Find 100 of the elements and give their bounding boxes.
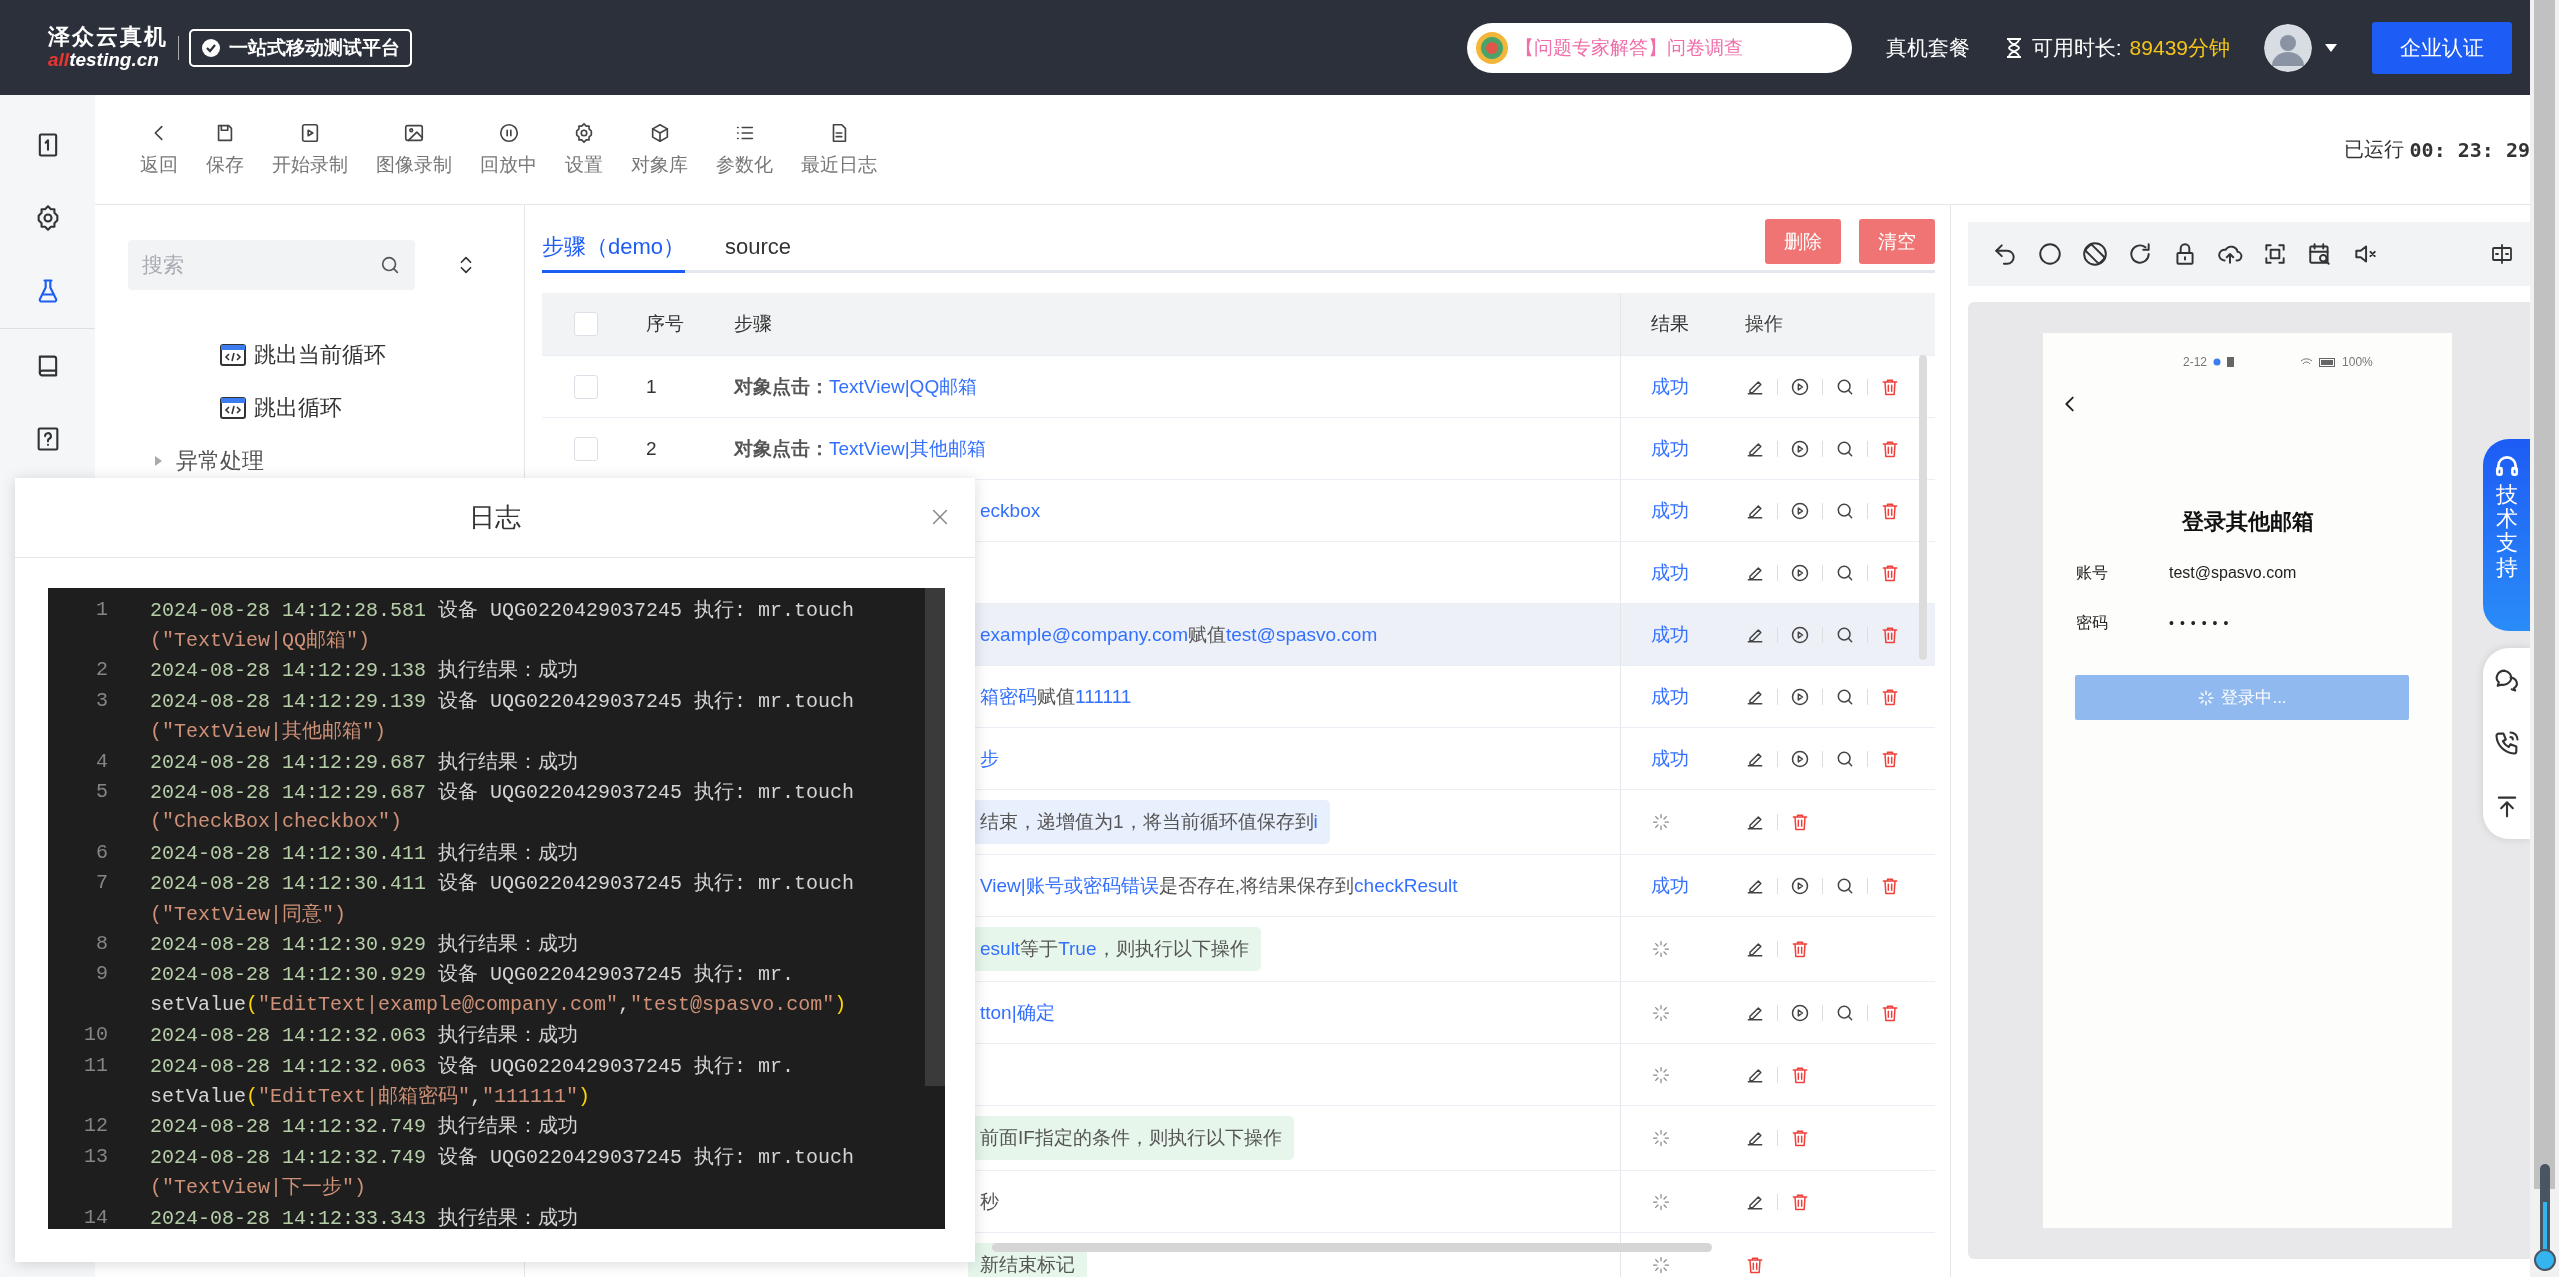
result-text: 成功 <box>1651 374 1689 399</box>
pause-icon <box>497 121 520 144</box>
row-checkbox[interactable] <box>574 436 598 461</box>
caret-down-icon[interactable] <box>2324 42 2338 53</box>
delete-icon[interactable] <box>1790 812 1810 832</box>
delete-icon[interactable] <box>1790 939 1810 959</box>
settings-button[interactable]: 设置 <box>553 121 615 178</box>
circle-icon[interactable] <box>2037 241 2063 267</box>
result-text: 成功 <box>1651 498 1689 523</box>
delete-button[interactable]: 删除 <box>1765 219 1841 264</box>
search-field[interactable]: 搜索 <box>128 240 415 290</box>
select-all-checkbox[interactable] <box>574 312 598 336</box>
support-button[interactable]: 技术支持 <box>2483 439 2530 631</box>
field-label: 账号 <box>2076 562 2109 583</box>
avatar[interactable] <box>2264 23 2312 72</box>
play-icon[interactable] <box>1790 686 1810 707</box>
step-text: View|账号或密码错误是否存在,将结果保存到checkResult <box>980 873 1458 898</box>
result-text: 成功 <box>1651 622 1689 647</box>
delete-icon[interactable] <box>1745 1255 1765 1275</box>
log-line: ("CheckBox|checkbox") <box>150 810 403 834</box>
phone-screen[interactable]: 2-12 100% 登录其他邮箱 账号 test@spasvo.com 密码 •••••• 登录中... <box>2043 333 2452 1228</box>
play-icon[interactable] <box>1790 376 1810 397</box>
line-number: 8 <box>95 932 108 955</box>
play-icon[interactable] <box>1790 500 1810 521</box>
calendar-search-icon[interactable] <box>2307 241 2333 267</box>
brand-name: 泽众云真机 <box>48 23 168 50</box>
split-icon[interactable] <box>2490 242 2514 266</box>
redo-icon[interactable] <box>2127 241 2153 267</box>
rotate-icon[interactable] <box>2082 241 2108 267</box>
enterprise-button[interactable]: 企业认证 <box>2372 21 2512 74</box>
headset-icon <box>2493 453 2520 479</box>
undo-icon[interactable] <box>1992 241 2018 267</box>
column-header: 操作 <box>1745 312 1783 336</box>
play-icon[interactable] <box>1790 438 1810 459</box>
code-window-icon <box>220 343 246 366</box>
clear-button[interactable]: 清空 <box>1859 219 1935 264</box>
plan-link[interactable]: 真机套餐 <box>1885 33 1970 62</box>
step-text: 对象点击：TextView|QQ邮箱 <box>734 374 978 399</box>
tree-item[interactable]: 跳出当前循环 <box>254 339 386 370</box>
result-text: 成功 <box>1651 684 1689 709</box>
record-button[interactable]: 开始录制 <box>260 121 360 178</box>
support-label: 技术支持 <box>2495 483 2518 580</box>
line-number: 10 <box>83 1023 108 1047</box>
line-number: 2 <box>95 658 108 682</box>
line-number: 4 <box>95 749 108 773</box>
tab[interactable]: 步骤（demo） <box>542 223 686 273</box>
row-checkbox[interactable] <box>574 374 598 399</box>
line-number: 1 <box>95 597 108 621</box>
step-text: eckbox <box>980 499 1041 522</box>
recent-log-button[interactable]: 最近日志 <box>789 121 889 178</box>
playback-button[interactable]: 回放中 <box>468 121 549 178</box>
play-icon[interactable] <box>1790 562 1810 583</box>
battery-icon <box>2319 357 2337 367</box>
column-header: 序号 <box>646 312 684 336</box>
result-text: 成功 <box>1651 436 1689 461</box>
log-line: setValue("EditText|邮箱密码","111111") <box>150 1083 591 1109</box>
image-record-button[interactable]: 图像录制 <box>364 121 464 178</box>
sim-icon <box>2227 357 2235 367</box>
scrollbar[interactable] <box>925 588 945 1086</box>
delete-icon[interactable] <box>1790 1128 1810 1148</box>
back-button[interactable]: 返回 <box>128 121 190 178</box>
column-header: 步骤 <box>734 312 772 336</box>
play-icon[interactable] <box>1790 624 1810 645</box>
scrollbar[interactable] <box>1919 355 1927 660</box>
step-text: 对象点击：TextView|其他邮箱 <box>734 436 986 461</box>
line-number: 11 <box>83 1053 108 1077</box>
play-icon[interactable] <box>1790 1002 1810 1023</box>
field-value[interactable]: test@spasvo.com <box>2169 564 2297 582</box>
screenshot-icon[interactable] <box>2262 241 2288 267</box>
row-number: 2 <box>646 437 657 460</box>
line-number: 13 <box>83 1144 108 1168</box>
screen-title: 登录其他邮箱 <box>2180 508 2315 536</box>
badge-icon <box>1474 30 1509 65</box>
tab[interactable]: source <box>725 223 866 273</box>
tree-item[interactable]: 异常处理 <box>176 445 264 476</box>
log-line: ("TextView|同意") <box>150 901 347 927</box>
save-button[interactable]: 保存 <box>194 121 256 178</box>
line-number: 14 <box>83 1205 108 1229</box>
step-text: example@company.com赋值test@spasvo.com <box>980 622 1378 647</box>
line-number: 12 <box>83 1114 108 1138</box>
runtime-value: 00: 23: 29 <box>2409 137 2530 162</box>
play-icon[interactable] <box>1790 875 1810 896</box>
play-icon[interactable] <box>1790 748 1810 769</box>
log-line: 2024-08-28 14:12:32.063 设备 UQG0220429037245 执行: mr. <box>150 1053 795 1079</box>
brand-domain: alltesting.cn <box>48 49 160 72</box>
tree-item[interactable]: 跳出循环 <box>254 392 342 423</box>
runtime-label: 已运行 <box>2343 137 2404 162</box>
field-value[interactable]: •••••• <box>2169 615 2235 631</box>
line-number: 6 <box>95 840 108 864</box>
settings-icon <box>573 121 595 144</box>
line-number: 5 <box>95 780 108 804</box>
scrollbar[interactable] <box>992 1243 1712 1252</box>
battery-text: 100% <box>2342 355 2373 369</box>
survey-button[interactable]: 【问题专家解答】问卷调查 <box>1466 22 1852 73</box>
wifi-icon <box>2300 357 2314 367</box>
parameter-button[interactable]: 参数化 <box>704 121 785 178</box>
notification-icon <box>2213 358 2222 366</box>
play-file-icon <box>299 121 321 144</box>
object-library-button[interactable]: 对象库 <box>619 121 700 178</box>
scrollbar[interactable] <box>2534 0 2555 1189</box>
